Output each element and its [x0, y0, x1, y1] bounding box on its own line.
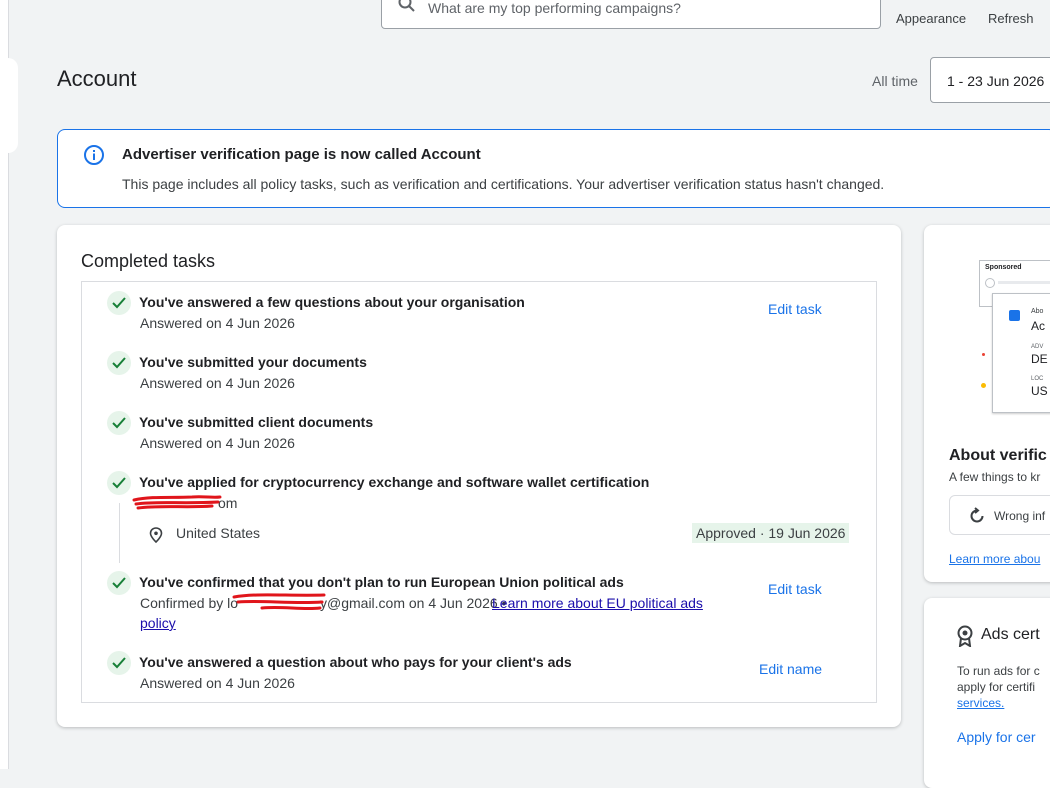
services-link[interactable]: services.: [957, 696, 1004, 710]
refresh-icon: [968, 507, 986, 530]
sponsored-label: Sponsored: [985, 264, 1022, 271]
task-title: You've submitted your documents: [139, 354, 367, 370]
task-subtitle-email: y@gmail.com on 4 Jun 2026 •: [320, 595, 507, 611]
account-icon: [1009, 310, 1020, 321]
check-icon: [107, 571, 131, 595]
ads-cert-title: Ads cert: [981, 626, 1040, 643]
decor-dot: [981, 383, 986, 388]
task-title: You've submitted client documents: [139, 414, 374, 430]
learn-more-link[interactable]: Learn more abou: [949, 552, 1040, 566]
ad-preview-line: [998, 281, 1050, 284]
task-title: You've applied for cryptocurrency exchan…: [139, 474, 650, 490]
task-subtitle: Answered on 4 Jun 2026: [140, 375, 295, 391]
date-range-value: 1 - 23 Jun 2026: [947, 73, 1045, 89]
eu-political-ads-link[interactable]: Learn more about EU political ads: [492, 595, 703, 611]
ad-preview-label: ADV: [1031, 344, 1044, 350]
banner-title: Advertiser verification page is now call…: [122, 146, 481, 163]
certificate-icon: [956, 625, 974, 652]
task-title: You've answered a question about who pay…: [139, 654, 572, 670]
approved-status-badge: Approved · 19 Jun 2026: [692, 523, 850, 543]
check-icon: [107, 351, 131, 375]
search-input[interactable]: What are my top performing campaigns?: [428, 0, 681, 16]
location-text: United States: [176, 525, 261, 541]
about-verification-title: About verific: [949, 447, 1047, 464]
ad-preview-front: Abo Ac ADV DE LOC US: [992, 293, 1050, 413]
task-connector-line: [119, 503, 120, 563]
ad-preview-dot: [985, 278, 995, 288]
task-domain: om: [218, 495, 238, 511]
decor-dot: [982, 353, 985, 356]
completed-tasks-title: Completed tasks: [81, 251, 216, 271]
ad-preview-value: US: [1031, 384, 1048, 398]
location-icon: [149, 527, 163, 548]
about-verification-card: Sponsored Abo Ac ADV DE LOC US About ver…: [924, 225, 1050, 582]
ads-cert-text: To run ads for c: [957, 664, 1040, 678]
info-banner: Advertiser verification page is now call…: [57, 129, 1050, 208]
ad-preview-value: DE: [1031, 352, 1048, 366]
appearance-button[interactable]: Appearance: [896, 11, 966, 26]
wrong-info-label: Wrong inf: [994, 509, 1046, 523]
ads-certification-card: Ads cert To run ads for c apply for cert…: [924, 598, 1050, 788]
search-bar[interactable]: What are my top performing campaigns?: [381, 0, 881, 29]
refresh-button[interactable]: Refresh: [988, 11, 1034, 26]
task-title: You've confirmed that you don't plan to …: [139, 574, 624, 590]
edit-task-button[interactable]: Edit task: [768, 581, 822, 597]
task-list: You've answered a few questions about yo…: [81, 281, 877, 703]
task-subtitle: Answered on 4 Jun 2026: [140, 315, 295, 331]
redaction-scribble: [232, 593, 326, 611]
nav-rail-tab: [8, 58, 18, 153]
banner-text: This page includes all policy tasks, suc…: [122, 176, 885, 192]
apply-for-certification-button[interactable]: Apply for cer: [957, 729, 1036, 745]
ad-preview-label: LOC: [1031, 376, 1044, 382]
ad-preview-text: Abo: [1031, 308, 1044, 315]
check-icon: [107, 411, 131, 435]
eu-political-ads-link-cont[interactable]: policy: [140, 615, 176, 631]
date-range-picker[interactable]: 1 - 23 Jun 2026: [930, 57, 1050, 103]
about-verification-subtitle: A few things to kr: [949, 470, 1041, 484]
check-icon: [107, 471, 131, 495]
check-icon: [107, 291, 131, 315]
completed-tasks-card: Completed tasks You've answered a few qu…: [57, 225, 901, 727]
ads-cert-text: apply for certifi: [957, 680, 1036, 694]
task-subtitle: Answered on 4 Jun 2026: [140, 435, 295, 451]
edit-task-button[interactable]: Edit task: [768, 301, 822, 317]
ad-preview-text: Ac: [1031, 319, 1046, 333]
task-title: You've answered a few questions about yo…: [139, 294, 525, 310]
edit-name-button[interactable]: Edit name: [759, 661, 822, 677]
redaction-scribble: [132, 495, 222, 510]
check-icon: [107, 651, 131, 675]
page-title: Account: [57, 66, 137, 91]
date-range-label: All time: [872, 73, 918, 89]
task-subtitle: Answered on 4 Jun 2026: [140, 675, 295, 691]
info-icon: [83, 144, 105, 166]
task-subtitle-prefix: Confirmed by lo: [140, 595, 239, 611]
search-icon: [398, 0, 416, 13]
wrong-info-chip[interactable]: Wrong inf: [949, 495, 1050, 535]
